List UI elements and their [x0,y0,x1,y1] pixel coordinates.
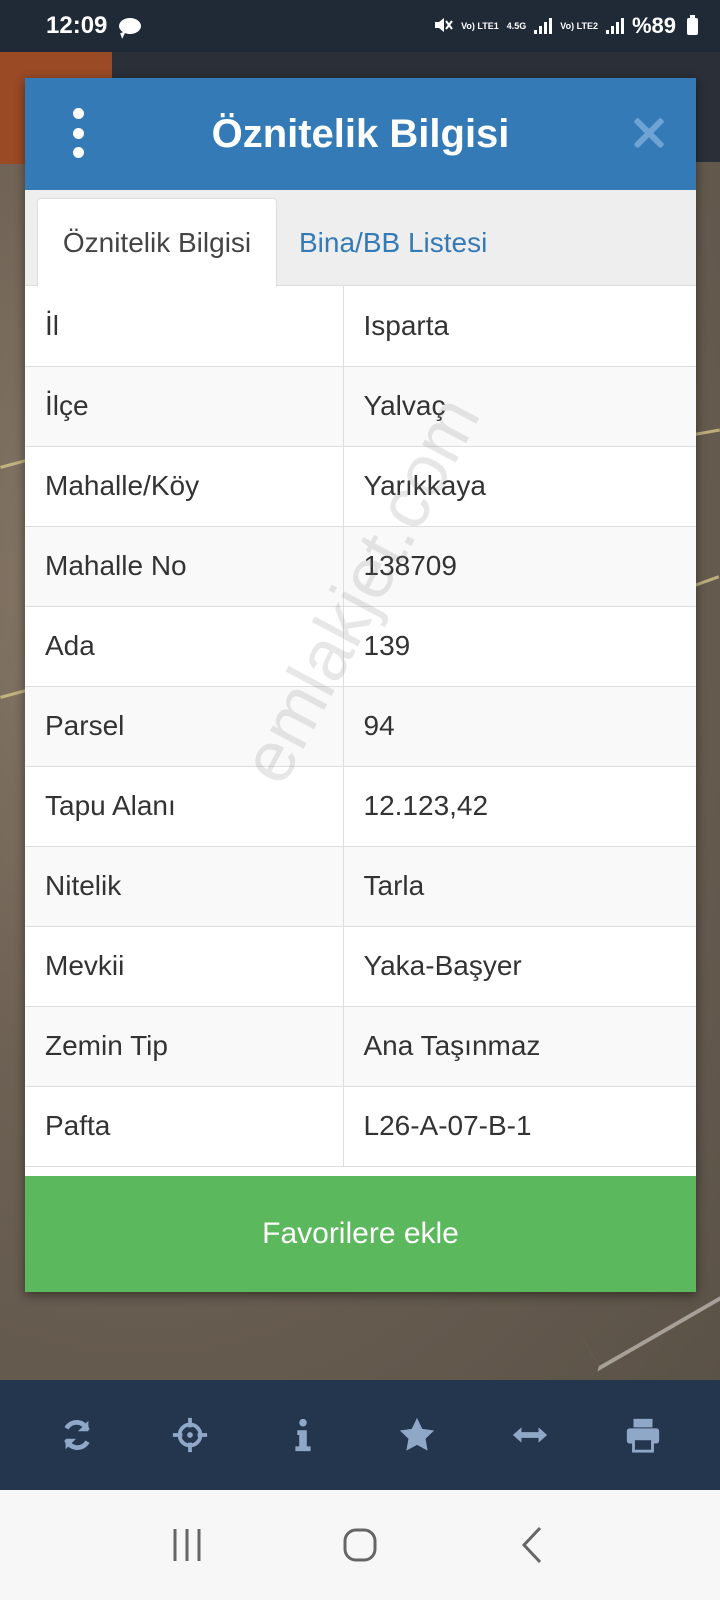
tab-building-list[interactable]: Bina/BB Listesi [295,198,487,287]
attribute-value: Isparta [343,286,696,367]
dialog-title: Öznitelik Bilgisi [211,111,510,156]
attribute-value: 12.123,42 [343,766,696,847]
measure-icon [512,1427,548,1443]
info-icon [295,1418,311,1452]
attribute-label: Nitelik [25,846,344,927]
table-row: Pafta L26-A-07-B-1 [25,1086,696,1167]
mute-icon [433,16,453,37]
table-row: Tapu Alanı 12.123,42 [25,766,696,847]
attribute-value: Ana Taşınmaz [343,1006,696,1087]
print-icon [627,1418,660,1453]
attribute-value: L26-A-07-B-1 [343,1086,696,1167]
network-label-2: Vo) LTE2 [560,20,598,31]
network-type-label: 4.5G [506,20,527,31]
signal-icon-1 [534,18,553,34]
menu-dot-icon [72,147,84,158]
table-row: Zemin Tip Ana Taşınmaz [25,1006,696,1087]
dialog-header: Öznitelik Bilgisi [25,78,696,190]
measure-button[interactable] [500,1405,560,1465]
status-indicators: Vo) LTE1 4.5G Vo) LTE2 %89 [433,13,698,39]
attribute-label: Mahalle No [25,526,344,607]
home-icon [343,1528,377,1562]
recent-apps-button[interactable] [152,1515,222,1575]
attribute-value: 139 [343,606,696,687]
table-row: Ada 139 [25,606,696,687]
menu-dot-icon [72,127,84,139]
status-bar: 12:09 Vo) LTE1 4.5G Vo) LTE2 %89 [0,0,720,52]
tab-attribute-info[interactable]: Öznitelik Bilgisi [37,198,277,287]
back-button[interactable] [498,1515,568,1575]
attribute-value: Yalvaç [343,366,696,447]
attribute-label: İl [25,286,344,367]
attribute-label: Mahalle/Köy [25,446,344,527]
table-row: İlçe Yalvaç [25,366,696,447]
table-row: Mahalle/Köy Yarıkkaya [25,446,696,527]
attribute-label: İlçe [25,366,344,447]
attribute-dialog: Öznitelik Bilgisi Öznitelik Bilgisi Bina… [25,78,696,1292]
star-icon [399,1417,434,1451]
chat-notification-icon [119,18,142,34]
table-row: Nitelik Tarla [25,846,696,927]
table-row: Mevkii Yaka-Başyer [25,926,696,1007]
recent-apps-icon [173,1529,201,1561]
signal-icon-2 [605,18,624,34]
map-toolbar [0,1380,720,1490]
table-row: İl Isparta [25,286,696,367]
attribute-value: 138709 [343,526,696,607]
table-row: Parsel 94 [25,686,696,767]
attribute-label: Zemin Tip [25,1006,344,1087]
attribute-label: Tapu Alanı [25,766,344,847]
refresh-button[interactable] [47,1405,107,1465]
attribute-label: Pafta [25,1086,344,1167]
menu-dot-icon [72,108,84,119]
attribute-value: Yarıkkaya [343,446,696,527]
print-button[interactable] [613,1405,673,1465]
attribute-label: Mevkii [25,926,344,1007]
more-menu-button[interactable] [63,108,93,158]
attribute-label: Ada [25,606,344,687]
refresh-icon [63,1420,90,1450]
locate-button[interactable] [160,1405,220,1465]
crosshair-icon [172,1417,208,1453]
table-row: Mahalle No 138709 [25,526,696,607]
attribute-value: 94 [343,686,696,767]
status-time: 12:09 [46,12,108,39]
system-navigation-bar [0,1490,720,1600]
tab-bar: Öznitelik Bilgisi Bina/BB Listesi [25,190,696,287]
favorites-button[interactable] [387,1405,447,1465]
attribute-value: Tarla [343,846,696,927]
close-icon[interactable] [628,108,668,156]
attribute-label: Parsel [25,686,344,767]
add-to-favorites-button[interactable]: Favorilere ekle [25,1176,696,1292]
battery-level: %89 [631,13,676,38]
back-icon [522,1526,542,1564]
network-label-1: Vo) LTE1 [461,20,499,31]
battery-icon [687,14,698,35]
attribute-value: Yaka-Başyer [343,926,696,1007]
home-button[interactable] [325,1515,395,1575]
info-button[interactable] [273,1405,333,1465]
attribute-table: İl Isparta İlçe Yalvaç Mahalle/Köy Yarıkkaya M… [25,286,696,1167]
